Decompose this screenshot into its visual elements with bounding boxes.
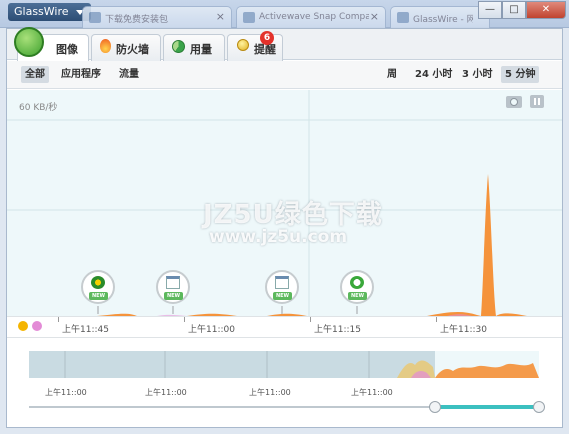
timeline-tick-label: 上午11::00: [351, 388, 393, 397]
camera-icon[interactable]: [506, 96, 522, 108]
watermark-text: JZ5U绿色下载: [203, 200, 383, 230]
pin-stem: [172, 306, 174, 314]
range-5min-button[interactable]: 5 分钟: [501, 66, 540, 83]
new-badge: NEW: [89, 292, 108, 300]
timeline-tick-label: 上午11::00: [249, 388, 291, 397]
minimize-button[interactable]: —: [478, 1, 502, 19]
view-traffic-button[interactable]: 流量: [115, 66, 143, 83]
alert-count-badge: 6: [260, 31, 274, 45]
close-icon[interactable]: ×: [370, 10, 379, 23]
range-3h-button[interactable]: 3 小时: [458, 66, 496, 83]
pie-icon: [172, 40, 185, 53]
x-tick-label: 上午11::30: [440, 325, 487, 335]
maximize-button[interactable]: □: [502, 1, 526, 19]
window-icon: [166, 276, 180, 289]
flame-icon: [100, 39, 111, 53]
title-bar: GlassWire 下载免费安装包 × Activewave Snap Comp…: [0, 0, 569, 28]
graph-icon: [14, 27, 44, 57]
slider-left-handle[interactable]: [429, 401, 441, 413]
new-badge: NEW: [273, 292, 292, 300]
view-toolbar: 全部 应用程序 流量 周 24 小时 3 小时 5 分钟: [7, 61, 562, 89]
browser-tab-1[interactable]: 下载免费安装包 ×: [82, 6, 232, 28]
pause-icon[interactable]: [530, 95, 544, 108]
tab-firewall-label: 防火墙: [116, 43, 149, 56]
browser-tab-label: 下载免费安装包: [105, 15, 169, 25]
app-pin-4[interactable]: NEW: [340, 270, 374, 304]
bell-icon: [237, 39, 249, 51]
page-icon: [89, 12, 101, 23]
page-icon: [397, 12, 409, 23]
app-icon: [91, 276, 105, 289]
pin-stem: [97, 306, 99, 314]
time-axis: 上午11::45 上午11::00 上午11::15 上午11::30: [7, 316, 562, 338]
x-tick-label: 上午11::45: [62, 325, 109, 335]
main-tab-bar: 图像 防火墙 用量 提醒 6: [7, 27, 562, 61]
tab-graph-label: 图像: [56, 43, 78, 56]
tab-graph[interactable]: 图像: [14, 27, 89, 61]
timeline-tick-label: 上午11::00: [45, 388, 87, 397]
pin-stem: [281, 306, 283, 314]
app-pin-2[interactable]: NEW: [156, 270, 190, 304]
browser-tab-label: GlassWire - 网络...: [413, 15, 473, 25]
tick-mark: [436, 317, 437, 322]
new-badge: NEW: [348, 292, 367, 300]
tick-mark: [58, 317, 59, 322]
app-menu-button[interactable]: GlassWire: [8, 3, 91, 21]
y-scale-label: 60 KB/秒: [19, 103, 58, 113]
overview-timeline[interactable]: 上午11::00 上午11::00 上午11::00 上午11::00: [17, 347, 552, 401]
x-tick-label: 上午11::00: [188, 325, 235, 335]
tab-usage-label: 用量: [190, 43, 212, 56]
range-24h-button[interactable]: 24 小时: [411, 66, 456, 83]
browser-tab-2[interactable]: Activewave Snap Compar... ×: [236, 6, 386, 28]
app-menu-label: GlassWire: [14, 5, 69, 18]
upload-legend-icon: [32, 321, 42, 331]
timeline-slider[interactable]: [17, 401, 552, 413]
timeline-tick-label: 上午11::00: [145, 388, 187, 397]
view-all-button[interactable]: 全部: [21, 66, 49, 83]
tab-usage[interactable]: 用量: [163, 34, 225, 61]
app-pin-3[interactable]: NEW: [265, 270, 299, 304]
tick-mark: [184, 317, 185, 322]
x-tick-label: 上午11::15: [314, 325, 361, 335]
pin-stem: [356, 306, 358, 314]
view-apps-button[interactable]: 应用程序: [57, 66, 105, 83]
browser-tab-3[interactable]: GlassWire - 网络...: [390, 6, 490, 28]
slider-selected-range: [435, 405, 539, 409]
tab-firewall[interactable]: 防火墙: [91, 34, 161, 61]
app-body: 图像 防火墙 用量 提醒 6 全部 应用程序 流量 周 24 小时 3 小时 5…: [6, 27, 563, 428]
overview-history-region: [29, 351, 435, 378]
page-icon: [243, 12, 255, 23]
browser-tab-label: Activewave Snap Compar...: [259, 12, 369, 22]
watermark-url: www.jz5u.com: [209, 227, 348, 247]
traffic-graph[interactable]: 60 KB/秒 JZ5U绿色下载 www.jz5u.com NEW NEW NE…: [7, 90, 562, 322]
new-badge: NEW: [164, 292, 183, 300]
app-pin-1[interactable]: NEW: [81, 270, 115, 304]
tick-mark: [310, 317, 311, 322]
window-icon: [275, 276, 289, 289]
ie-icon: [350, 276, 364, 289]
slider-right-handle[interactable]: [533, 401, 545, 413]
download-legend-icon: [18, 321, 28, 331]
tab-alerts[interactable]: 提醒: [227, 34, 283, 61]
close-button[interactable]: ✕: [526, 1, 566, 19]
close-icon[interactable]: ×: [216, 10, 225, 23]
glasswire-window: GlassWire 下载免费安装包 × Activewave Snap Comp…: [0, 0, 569, 434]
range-week-button[interactable]: 周: [383, 66, 401, 83]
